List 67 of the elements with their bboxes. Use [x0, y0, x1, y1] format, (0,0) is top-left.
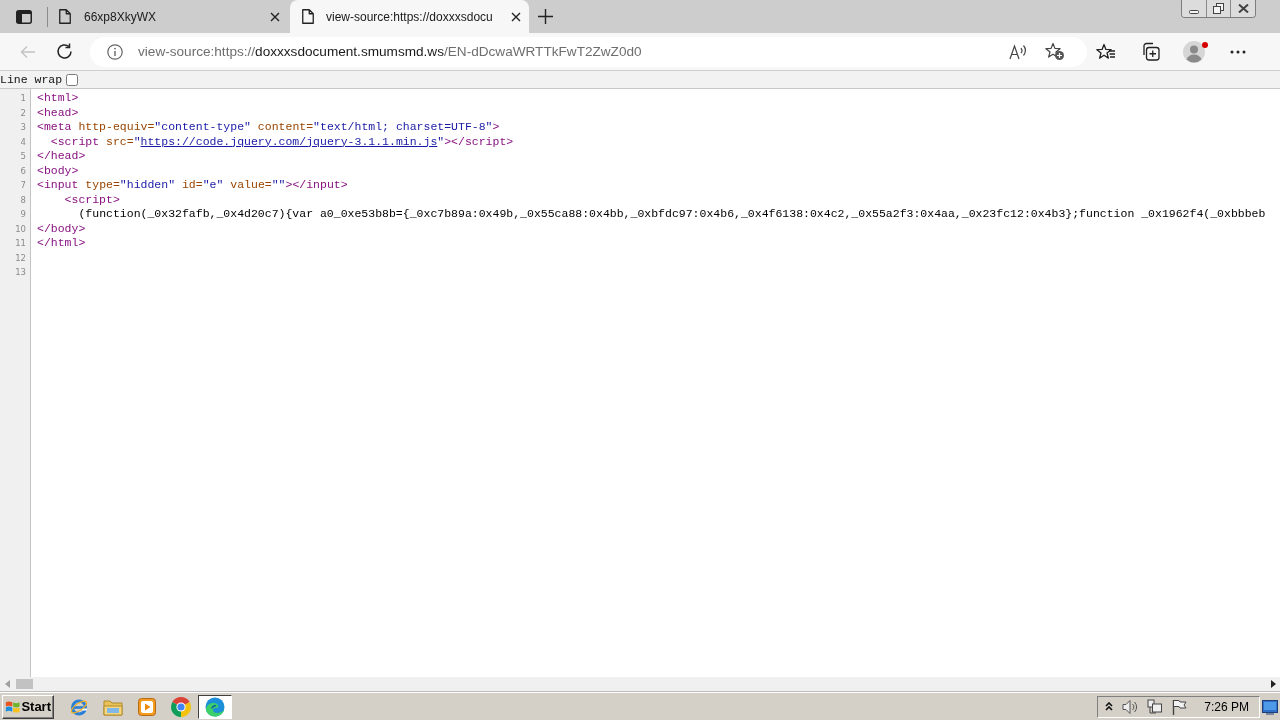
- info-icon[interactable]: [107, 43, 123, 60]
- page-icon: [59, 9, 71, 24]
- minimize-icon: [1189, 9, 1199, 14]
- swirl-logo-icon: [205, 696, 225, 717]
- line-number: 5: [20, 151, 26, 162]
- source-code: <script src=": [50, 134, 141, 148]
- speaker-icon[interactable]: [1122, 698, 1139, 715]
- scrollbar-thumb[interactable]: [16, 679, 33, 689]
- line-number: 1: [20, 93, 26, 104]
- double-chevron-up-icon[interactable]: [1105, 702, 1114, 711]
- close-icon[interactable]: [270, 11, 280, 22]
- folder-icon: [103, 697, 123, 716]
- source-line: <input type="hidden" id="e" value=""></input>: [37, 178, 348, 191]
- source-line: </body>: [37, 221, 86, 235]
- line-number: 8: [20, 194, 26, 205]
- ring-logo-icon: [171, 696, 191, 717]
- browser-tab[interactable]: view-source:https://doxxxsdocu: [290, 0, 529, 33]
- source-line: <body>: [37, 163, 79, 177]
- page-icon: [302, 9, 314, 24]
- avatar-icon: [1183, 40, 1205, 63]
- line-number: 6: [20, 165, 26, 176]
- taskbar-app-button[interactable]: [198, 694, 232, 719]
- star-list-icon: [1096, 43, 1116, 60]
- source-line: <meta http-equiv="content-type" content="text/html; charset=UTF-8">: [37, 120, 500, 133]
- line-number: 2: [20, 107, 26, 118]
- source-line: <html>: [37, 91, 79, 104]
- window-icon[interactable]: [15, 9, 32, 24]
- browser-tab[interactable]: 66xp8XkyWX: [49, 0, 288, 33]
- right-arrow-icon[interactable]: [1271, 680, 1276, 688]
- network-icon[interactable]: [1147, 698, 1164, 715]
- source-line: (function(_0x32fafb,_0x4d20c7){var a0_0xe53b8b={_0xc7b89a:0x49b,_0x55ca88:0x4bb,_0xbfdc97:0x4b6,_0x4f6138:0x4c2,_0x55a2f3:0x4aa,_0x23fc12:0x4b3};function _0x1962f4(_0xbbbeb: [78, 207, 1266, 220]
- source-line: </head>: [37, 149, 86, 162]
- play-icon: [138, 697, 156, 716]
- flag-icon[interactable]: [1172, 698, 1188, 715]
- line-wrap-label: Line wrap: [0, 73, 63, 86]
- four-color-flag-icon: [5, 698, 21, 715]
- source-line: <head>: [37, 105, 79, 119]
- line-number: 4: [20, 136, 26, 147]
- line-number: 3: [20, 122, 26, 133]
- address-bar[interactable]: view-source:https://doxxxsdocument.smumsmd.ws/EN-dDcwaWRTTkFwT2ZwZ0d0: [90, 36, 1087, 67]
- source-line: </html>: [37, 236, 86, 249]
- back-arrow-icon: [20, 44, 36, 59]
- line-number: 7: [20, 180, 26, 191]
- line-number: 10: [15, 223, 26, 234]
- line-number: 12: [15, 252, 26, 263]
- source-code: "></script>: [437, 134, 514, 148]
- line-number: 13: [15, 267, 26, 278]
- clock[interactable]: 7:26 PM: [1204, 699, 1249, 714]
- horizontal-scrollbar[interactable]: [0, 677, 1280, 692]
- squares-plus-icon: [1140, 42, 1160, 61]
- close-button[interactable]: [1230, 0, 1255, 17]
- letter-a-waves-icon[interactable]: [1009, 43, 1028, 60]
- restore-icon: [1213, 3, 1224, 14]
- url-text: view-source:https://doxxxsdocument.smumsmd.ws/EN-dDcwaWRTTkFwT2ZwZ0d0: [138, 44, 643, 59]
- line-number: 11: [15, 238, 26, 249]
- line-wrap-checkbox[interactable]: [66, 73, 79, 86]
- more-icon: [1230, 49, 1246, 54]
- plus-icon[interactable]: [538, 9, 553, 24]
- source-line: <script>: [64, 192, 120, 206]
- close-icon: [1237, 4, 1249, 13]
- reload-icon: [55, 43, 73, 60]
- desktop-icon[interactable]: [1262, 698, 1278, 715]
- close-icon[interactable]: [511, 11, 521, 22]
- star-plus-icon[interactable]: [1045, 42, 1065, 61]
- start-button[interactable]: Start: [2, 694, 54, 719]
- source-link[interactable]: https://code.jquery.com/jquery-3.1.1.min.js: [140, 134, 438, 148]
- line-number: 9: [20, 209, 26, 220]
